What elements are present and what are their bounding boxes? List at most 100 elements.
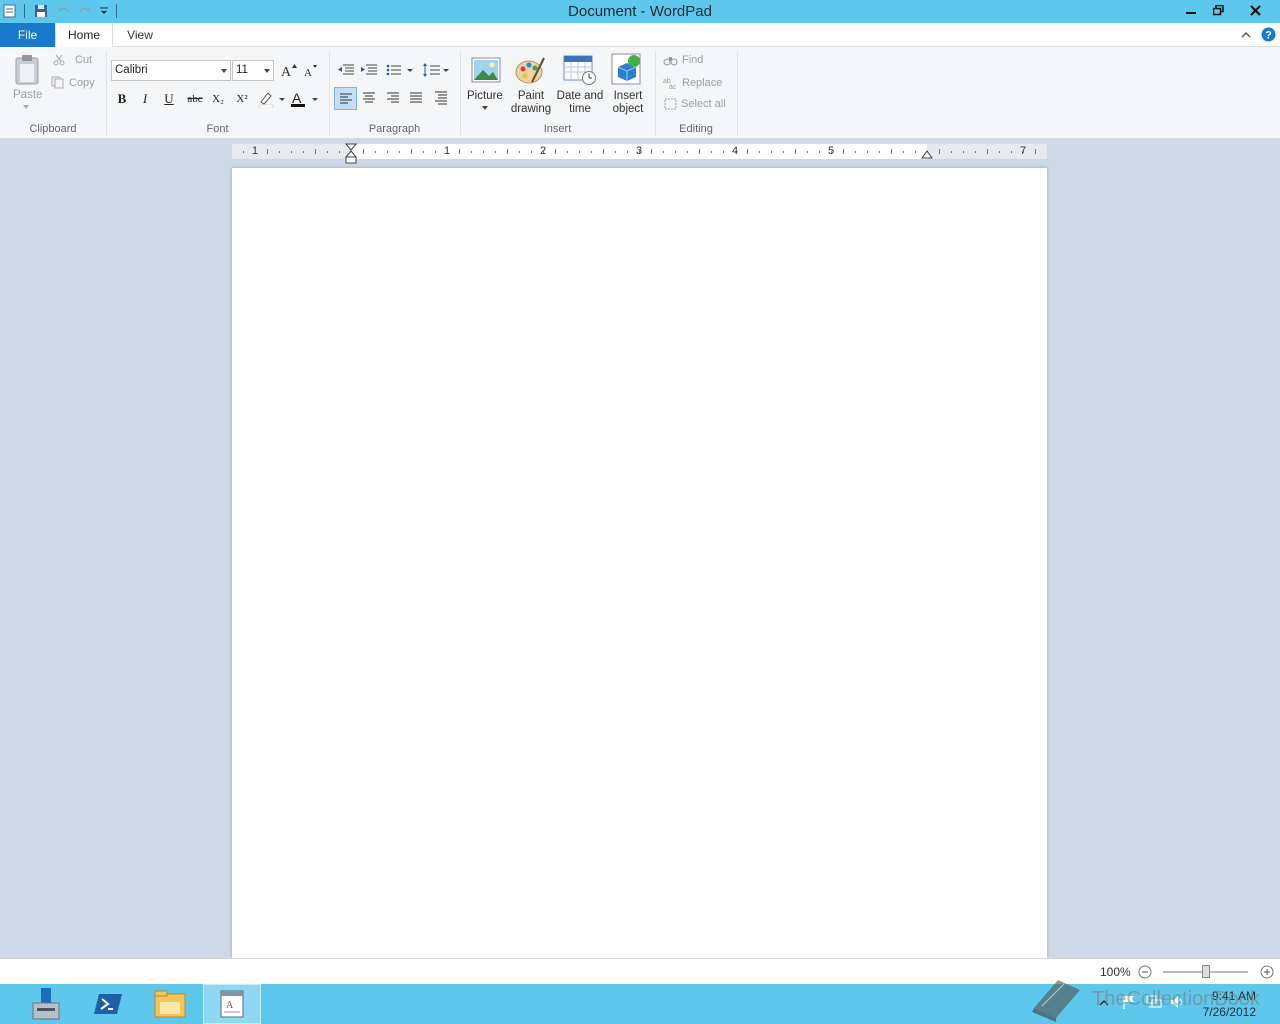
font-size-dropdown[interactable]: 11 [232, 60, 274, 81]
restore-button[interactable] [1205, 0, 1231, 20]
font-family-dropdown[interactable]: Calibri [111, 60, 231, 81]
font-size-value: 11 [236, 64, 248, 76]
highlight-color-icon[interactable] [257, 89, 287, 109]
strikethrough-button[interactable]: abc [184, 89, 206, 109]
paragraph-settings-icon[interactable] [431, 88, 451, 108]
insert-object-line1: Insert [613, 90, 643, 102]
ruler-tick [831, 151, 832, 153]
powershell-taskbar-button[interactable] [80, 984, 136, 1024]
cut-label: Cut [75, 54, 93, 66]
font-group-label: Font [206, 123, 229, 135]
find-label: Find [682, 54, 704, 66]
ruler-tick [1023, 151, 1024, 153]
ruler-tick [471, 151, 472, 153]
replace-button[interactable]: ab ac Replace [663, 76, 723, 90]
svg-text:A: A [292, 90, 302, 106]
ruler-tick [663, 151, 664, 153]
help-icon[interactable]: ? [1260, 26, 1276, 42]
ruler-tick [579, 151, 580, 153]
paint-palette-icon[interactable] [514, 54, 546, 86]
shrink-font-icon[interactable]: A [302, 61, 320, 79]
paste-button[interactable]: Paste [13, 89, 42, 101]
wordpad-icon: A [220, 990, 244, 1018]
align-right-icon[interactable] [383, 88, 403, 108]
paste-icon[interactable] [12, 53, 42, 87]
document-page[interactable] [232, 168, 1047, 958]
cut-button[interactable]: Cut [53, 54, 92, 66]
paste-dropdown-arrow-icon[interactable] [22, 104, 30, 110]
date-and-time-button[interactable]: Date and time [555, 90, 605, 116]
italic-button[interactable]: I [135, 89, 155, 109]
copy-button[interactable]: Copy [51, 76, 95, 89]
align-center-icon[interactable] [359, 88, 379, 108]
ruler-tick [639, 151, 640, 153]
tab-view[interactable]: View [117, 23, 163, 47]
indent-marker-icon[interactable] [345, 143, 357, 165]
ribbon-tab-row: File Home View ? [0, 23, 1280, 48]
justify-icon[interactable] [406, 88, 426, 108]
ruler-tick [567, 151, 568, 153]
ruler-tick [507, 149, 508, 154]
zoom-in-icon[interactable] [1260, 965, 1274, 979]
calendar-clock-icon[interactable] [563, 54, 597, 86]
insert-object-icon[interactable] [611, 53, 643, 85]
file-explorer-taskbar-button[interactable] [142, 984, 198, 1024]
wordpad-taskbar-button[interactable]: A [203, 984, 261, 1024]
insert-object-button[interactable]: Insert object [607, 90, 649, 116]
ruler-tick [819, 151, 820, 153]
ruler-tick [963, 151, 964, 153]
text-color-icon[interactable]: A [290, 89, 320, 109]
bullet-list-icon[interactable] [385, 61, 415, 79]
right-indent-marker-icon[interactable] [921, 149, 933, 159]
increase-indent-icon[interactable] [359, 61, 379, 79]
ruler-tick [879, 151, 880, 153]
paragraph-group-label: Paragraph [368, 123, 421, 135]
bold-button[interactable]: B [112, 89, 132, 109]
decrease-indent-icon[interactable] [336, 61, 356, 79]
superscript-button[interactable]: X² [231, 89, 253, 109]
align-left-button[interactable] [334, 87, 357, 110]
ruler-tick [603, 149, 604, 154]
svg-text:ac: ac [669, 84, 677, 89]
paint-drawing-line2: drawing [510, 103, 552, 115]
replace-label: Replace [682, 76, 723, 89]
ruler-tick [723, 151, 724, 153]
editing-group-label: Editing [679, 123, 713, 135]
ruler-tick [555, 149, 556, 154]
ruler-tick [591, 151, 592, 153]
subscript-button[interactable]: X₂ [207, 89, 229, 109]
minimize-button[interactable] [1178, 0, 1204, 20]
svg-text:A: A [304, 67, 312, 78]
ruler-tick [519, 151, 520, 153]
ruler-tick [339, 151, 340, 153]
select-all-button[interactable]: Select all [664, 98, 726, 110]
ruler-tick [987, 149, 988, 154]
underline-button[interactable]: U [159, 89, 179, 109]
picture-button[interactable]: Picture [467, 90, 503, 102]
font-family-value: Calibri [115, 64, 148, 76]
line-spacing-icon[interactable] [422, 61, 450, 79]
ruler-tick [315, 149, 316, 154]
close-button[interactable] [1232, 0, 1278, 20]
tab-home[interactable]: Home [55, 23, 113, 48]
select-all-icon [664, 98, 677, 110]
minimize-ribbon-icon[interactable] [1240, 28, 1252, 40]
tab-file[interactable]: File [0, 23, 55, 47]
picture-dropdown-arrow-icon[interactable] [481, 105, 489, 111]
ruler-tick [387, 151, 388, 153]
ruler-tick [651, 149, 652, 154]
window-title: Document - WordPad [568, 3, 712, 20]
ruler-tick [747, 149, 748, 154]
insert-group-label: Insert [543, 123, 572, 135]
ruler-tick [951, 151, 952, 153]
paint-drawing-button[interactable]: Paint drawing [509, 90, 553, 116]
date-time-line1: Date and [556, 90, 604, 102]
find-button[interactable]: Find [663, 54, 703, 66]
server-manager-taskbar-button[interactable] [18, 984, 74, 1024]
ruler-tick [243, 151, 244, 153]
group-separator [737, 51, 738, 135]
ruler-tick [459, 149, 460, 154]
ruler-tick [675, 151, 676, 153]
grow-font-icon[interactable]: A [280, 61, 298, 79]
picture-icon[interactable] [470, 55, 502, 85]
